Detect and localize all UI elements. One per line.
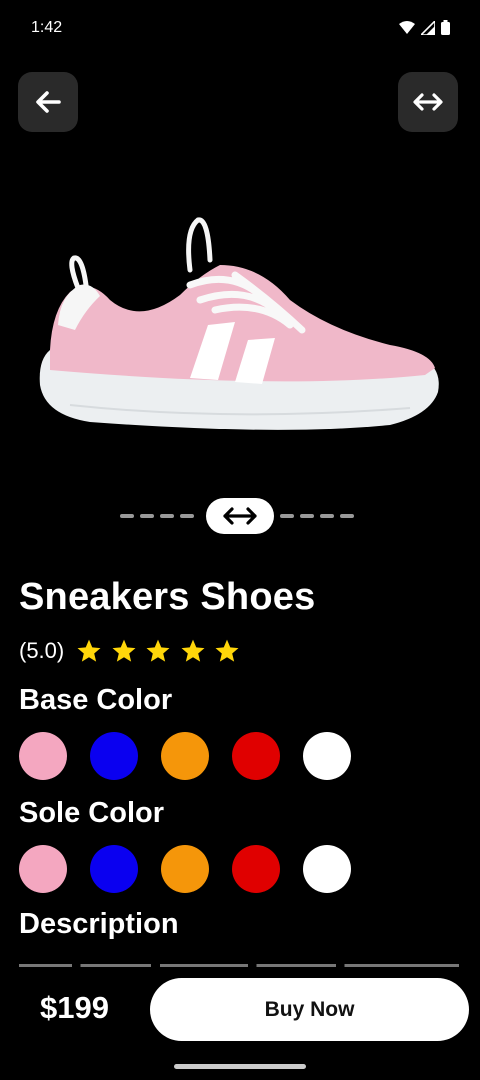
base-color-swatch[interactable] bbox=[161, 732, 209, 780]
base-color-swatch[interactable] bbox=[232, 732, 280, 780]
star-icon bbox=[181, 639, 205, 662]
base-color-options bbox=[19, 732, 374, 780]
signal-icon bbox=[421, 20, 435, 35]
base-color-swatch[interactable] bbox=[19, 732, 67, 780]
rating: (5.0) bbox=[19, 638, 249, 664]
arrow-left-icon bbox=[36, 91, 61, 113]
swap-horizontal-icon bbox=[413, 93, 443, 111]
buy-now-button[interactable]: Buy Now bbox=[150, 978, 469, 1041]
swap-horizontal-icon bbox=[223, 507, 257, 525]
sole-color-swatch[interactable] bbox=[90, 845, 138, 893]
rating-value: (5.0) bbox=[19, 638, 65, 663]
price: $199 bbox=[40, 990, 109, 1025]
sneaker-illustration bbox=[39, 217, 439, 430]
slider-track-segment bbox=[320, 514, 334, 518]
star-icon bbox=[77, 639, 101, 662]
description-label: Description bbox=[19, 908, 179, 940]
sole-color-swatch[interactable] bbox=[303, 845, 351, 893]
status-bar: 1:42 bbox=[0, 0, 480, 56]
base-color-swatch[interactable] bbox=[90, 732, 138, 780]
status-time: 1:42 bbox=[31, 19, 63, 36]
product-title: Sneakers Shoes bbox=[19, 576, 316, 618]
product-image[interactable] bbox=[30, 200, 450, 450]
back-button[interactable] bbox=[18, 72, 78, 132]
rotation-slider[interactable] bbox=[120, 496, 360, 536]
slider-handle[interactable] bbox=[206, 498, 274, 534]
slider-track-segment bbox=[140, 514, 154, 518]
star-icon bbox=[215, 639, 239, 662]
home-indicator[interactable] bbox=[174, 1064, 306, 1069]
sole-color-options bbox=[19, 845, 374, 893]
slider-track-segment bbox=[160, 514, 174, 518]
battery-icon bbox=[441, 20, 450, 35]
sole-color-label: Sole Color bbox=[19, 797, 165, 829]
rotate-view-button[interactable] bbox=[398, 72, 458, 132]
wifi-icon bbox=[399, 20, 415, 34]
star-icon bbox=[112, 639, 136, 662]
slider-track-segment bbox=[180, 514, 194, 518]
slider-track-segment bbox=[120, 514, 134, 518]
base-color-label: Base Color bbox=[19, 684, 173, 716]
sole-color-swatch[interactable] bbox=[161, 845, 209, 893]
slider-track-segment bbox=[280, 514, 294, 518]
status-icons bbox=[399, 20, 450, 35]
sole-color-swatch[interactable] bbox=[19, 845, 67, 893]
sole-color-swatch[interactable] bbox=[232, 845, 280, 893]
base-color-swatch[interactable] bbox=[303, 732, 351, 780]
star-icon bbox=[146, 639, 170, 662]
slider-track-segment bbox=[300, 514, 314, 518]
slider-track-segment bbox=[340, 514, 354, 518]
